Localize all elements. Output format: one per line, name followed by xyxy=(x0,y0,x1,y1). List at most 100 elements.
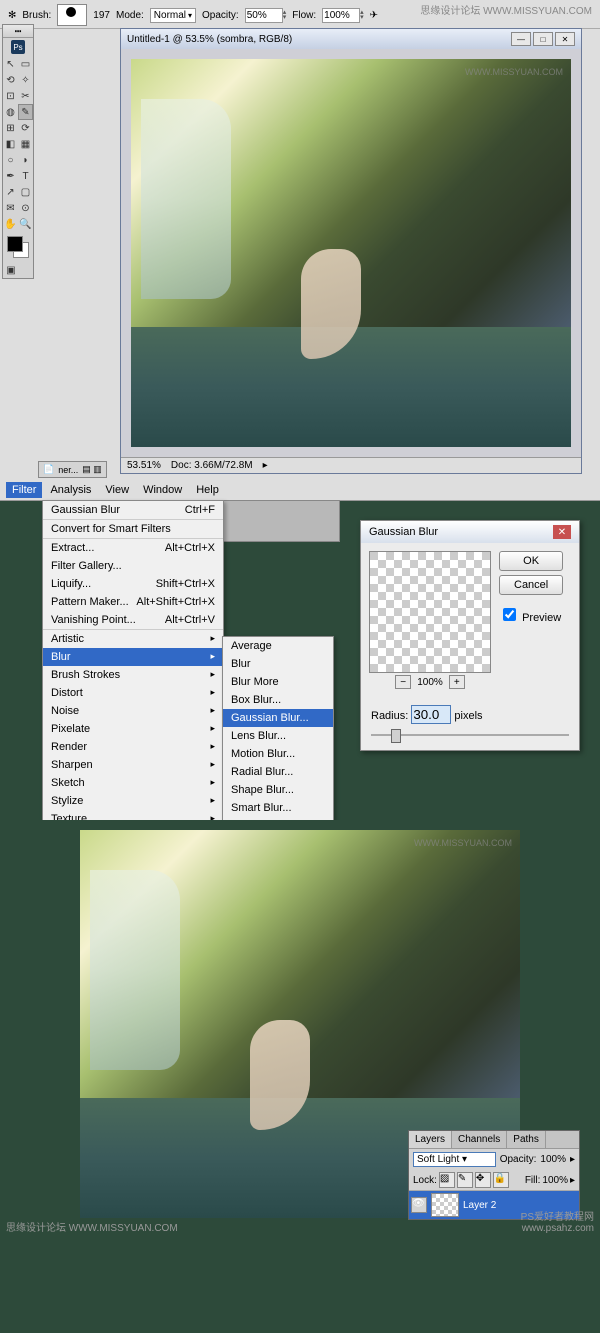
slice-tool[interactable]: ✂ xyxy=(18,88,33,104)
brush-preview[interactable] xyxy=(57,4,87,26)
mi-render[interactable]: Render▸ xyxy=(43,738,223,756)
mi-smart-blur[interactable]: Smart Blur... xyxy=(223,799,333,817)
brush-tool[interactable]: ✎ xyxy=(18,104,33,120)
toolbox-grip[interactable]: ┅ xyxy=(3,25,33,38)
mi-noise[interactable]: Noise▸ xyxy=(43,702,223,720)
visibility-icon[interactable]: 👁 xyxy=(411,1197,427,1213)
flow-label: Flow: xyxy=(292,10,316,21)
ok-button[interactable]: OK xyxy=(499,551,563,571)
radius-slider[interactable] xyxy=(371,734,569,746)
close-button[interactable]: ✕ xyxy=(555,32,575,46)
minimize-button[interactable]: — xyxy=(511,32,531,46)
move-tool[interactable]: ↖ xyxy=(3,56,18,72)
mi-motion-blur[interactable]: Motion Blur... xyxy=(223,745,333,763)
menu-analysis[interactable]: Analysis xyxy=(44,482,97,498)
cancel-button[interactable]: Cancel xyxy=(499,575,563,595)
eraser-tool[interactable]: ◧ xyxy=(3,136,18,152)
tab-layers[interactable]: Layers xyxy=(409,1131,452,1148)
screen-mode[interactable]: ▣ xyxy=(3,262,19,278)
mi-pixelate[interactable]: Pixelate▸ xyxy=(43,720,223,738)
path-tool[interactable]: ↗ xyxy=(3,184,18,200)
canvas[interactable]: WWW.MISSYUAN.COM xyxy=(131,59,571,447)
doc-size: Doc: 3.66M/72.8M xyxy=(171,460,253,471)
layer-opacity[interactable]: 100% xyxy=(540,1154,566,1165)
mi-radial-blur[interactable]: Radial Blur... xyxy=(223,763,333,781)
zoom-in-button[interactable]: + xyxy=(449,675,465,689)
notes-tool[interactable]: ✉ xyxy=(3,200,18,216)
tab-paths[interactable]: Paths xyxy=(507,1131,546,1148)
stamp-tool[interactable]: ⊞ xyxy=(3,120,18,136)
zoom-out-button[interactable]: − xyxy=(395,675,411,689)
type-tool[interactable]: T xyxy=(18,168,33,184)
dialog-title: Gaussian Blur xyxy=(369,526,438,538)
mi-sharpen[interactable]: Sharpen▸ xyxy=(43,756,223,774)
dialog-close-button[interactable]: ✕ xyxy=(553,525,571,539)
lasso-tool[interactable]: ⟲ xyxy=(3,72,18,88)
hand-tool[interactable]: ✋ xyxy=(3,216,18,232)
menu-view[interactable]: View xyxy=(99,482,135,498)
airbrush-icon[interactable]: ✈ xyxy=(370,10,378,21)
mi-extract[interactable]: Extract...Alt+Ctrl+X xyxy=(43,538,223,557)
mi-liquify[interactable]: Liquify...Shift+Ctrl+X xyxy=(43,575,223,593)
mi-brush-strokes[interactable]: Brush Strokes▸ xyxy=(43,666,223,684)
mi-artistic[interactable]: Artistic▸ xyxy=(43,629,223,648)
mi-vanishing-point[interactable]: Vanishing Point...Alt+Ctrl+V xyxy=(43,611,223,629)
blur-tool[interactable]: ○ xyxy=(3,152,18,168)
dodge-tool[interactable]: ◗ xyxy=(18,152,33,168)
mi-stylize[interactable]: Stylize▸ xyxy=(43,792,223,810)
mi-distort[interactable]: Distort▸ xyxy=(43,684,223,702)
mi-sketch[interactable]: Sketch▸ xyxy=(43,774,223,792)
mi-box-blur[interactable]: Box Blur... xyxy=(223,691,333,709)
mi-blur2[interactable]: Blur xyxy=(223,655,333,673)
eyedropper-tool[interactable]: ⊙ xyxy=(18,200,33,216)
heal-tool[interactable]: ◍ xyxy=(3,104,18,120)
menu-window[interactable]: Window xyxy=(137,482,188,498)
status-arrow-icon[interactable]: ▸ xyxy=(263,460,268,471)
menu-help[interactable]: Help xyxy=(190,482,225,498)
tab-channels[interactable]: Channels xyxy=(452,1131,507,1148)
opacity-label: Opacity: xyxy=(202,10,239,21)
mi-pattern-maker[interactable]: Pattern Maker...Alt+Shift+Ctrl+X xyxy=(43,593,223,611)
layer-fill[interactable]: 100% xyxy=(542,1175,568,1186)
mi-blur[interactable]: Blur▸ xyxy=(43,648,223,666)
doc-tabs[interactable]: 📄 ner... ▤ ▥ xyxy=(38,461,107,478)
footer-left: 思缘设计论坛 WWW.MISSYUAN.COM xyxy=(6,1219,178,1234)
zoom-tool[interactable]: 🔍 xyxy=(18,216,33,232)
lock-transparent-icon[interactable]: ▨ xyxy=(439,1172,455,1188)
blend-mode-dropdown[interactable]: Soft Light ▾ xyxy=(413,1152,496,1167)
mi-filter-gallery[interactable]: Filter Gallery... xyxy=(43,557,223,575)
marquee-tool[interactable]: ▭ xyxy=(18,56,33,72)
history-brush-tool[interactable]: ⟳ xyxy=(18,120,33,136)
preview-area[interactable] xyxy=(369,551,491,673)
mi-convert-smart[interactable]: Convert for Smart Filters xyxy=(43,519,223,538)
radius-input[interactable] xyxy=(411,705,451,724)
layer-name[interactable]: Layer 2 xyxy=(463,1200,496,1211)
preview-checkbox[interactable]: Preview xyxy=(499,605,563,624)
mi-shape-blur[interactable]: Shape Blur... xyxy=(223,781,333,799)
opacity-input[interactable]: ▴▾ xyxy=(245,8,287,23)
crop-tool[interactable]: ⊡ xyxy=(3,88,18,104)
toolbox: ┅ Ps ↖▭ ⟲✧ ⊡✂ ◍✎ ⊞⟳ ◧▦ ○◗ ✒T ↗▢ ✉⊙ ✋🔍 ▣ xyxy=(2,24,34,279)
mode-dropdown[interactable]: Normal xyxy=(150,8,196,23)
wand-tool[interactable]: ✧ xyxy=(18,72,33,88)
pen-tool[interactable]: ✒ xyxy=(3,168,18,184)
opacity-label: Opacity: xyxy=(500,1154,537,1165)
menu-filter[interactable]: Filter xyxy=(6,482,42,498)
mi-last-filter[interactable]: Gaussian BlurCtrl+F xyxy=(43,501,223,519)
flow-input[interactable]: ▴▾ xyxy=(322,8,364,23)
lock-all-icon[interactable]: 🔒 xyxy=(493,1172,509,1188)
mi-blur-more[interactable]: Blur More xyxy=(223,673,333,691)
lock-pixels-icon[interactable]: ✎ xyxy=(457,1172,473,1188)
brush-label: Brush: xyxy=(22,10,51,21)
watermark: WWW.MISSYUAN.COM xyxy=(414,838,512,848)
shape-tool[interactable]: ▢ xyxy=(18,184,33,200)
mi-lens-blur[interactable]: Lens Blur... xyxy=(223,727,333,745)
mi-average[interactable]: Average xyxy=(223,637,333,655)
zoom-value[interactable]: 53.51% xyxy=(127,460,161,471)
color-swatches[interactable] xyxy=(7,236,29,258)
layer-thumbnail[interactable] xyxy=(431,1193,459,1217)
mi-gaussian-blur[interactable]: Gaussian Blur... xyxy=(223,709,333,727)
gradient-tool[interactable]: ▦ xyxy=(18,136,33,152)
lock-position-icon[interactable]: ✥ xyxy=(475,1172,491,1188)
maximize-button[interactable]: □ xyxy=(533,32,553,46)
